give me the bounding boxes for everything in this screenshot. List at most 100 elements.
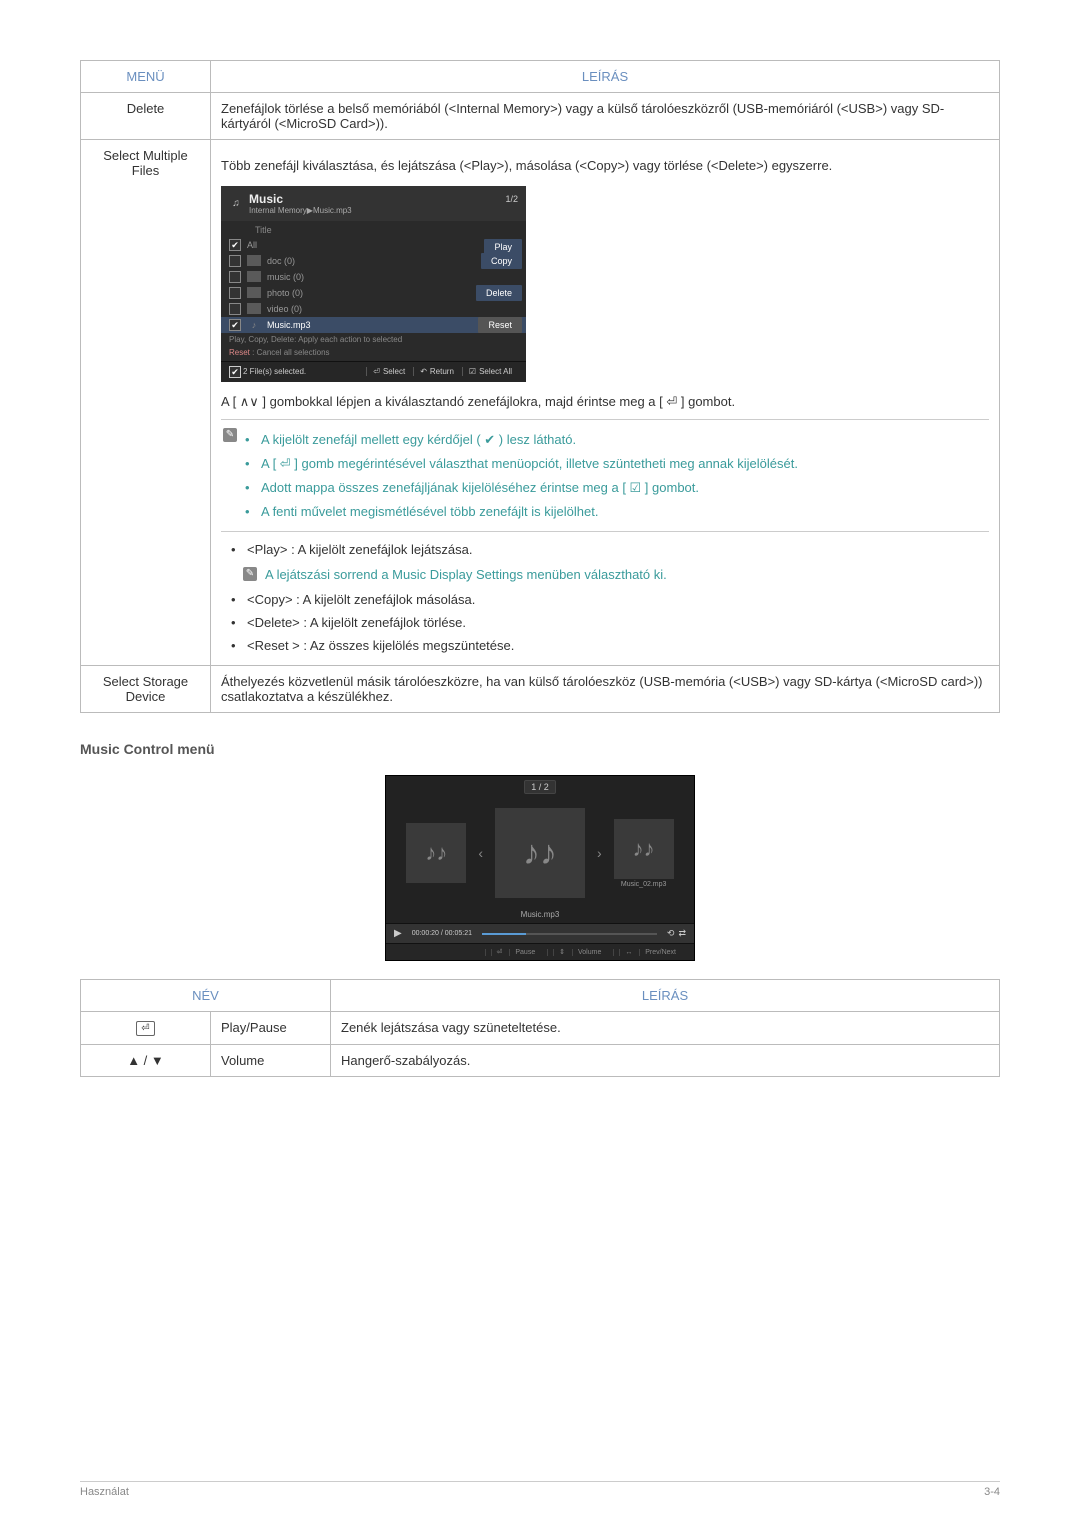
checkbox-music[interactable] [229, 271, 241, 283]
prev-thumb[interactable]: ♪♪ [406, 823, 466, 883]
volume-name: Volume [211, 1045, 331, 1077]
music-file-icon: ♪ [247, 319, 261, 330]
chevron-right-icon[interactable]: › [593, 845, 606, 861]
player-mode-icons: ⟲ ⇄ [667, 928, 686, 939]
folder-video-row[interactable]: video (0) [221, 301, 526, 317]
folder-doc-row[interactable]: doc (0) Copy [221, 253, 526, 269]
now-playing-label: Music.mp3 [386, 904, 694, 923]
teal-item-b: A [ ⏎ ] gomb megérintésével választhat m… [245, 452, 989, 476]
checkbox-all[interactable] [229, 239, 241, 251]
col-header-menu: MENÜ [81, 61, 211, 93]
foot-check-icon [229, 366, 241, 378]
folder-icon [247, 255, 261, 266]
folder-icon [247, 271, 261, 282]
teal-item-a: A kijelölt zenefájl mellett egy kérdőjel… [245, 428, 989, 452]
teal-item-d: A fenti művelet megismétlésével több zen… [245, 500, 989, 523]
row-delete-menu: Delete [81, 93, 211, 140]
foot-prevnext[interactable]: ↔ Prev/Next [613, 949, 686, 956]
row-select-multiple-menu: Select Multiple Files [81, 140, 211, 666]
foot-select-all[interactable]: ☑Select All [462, 367, 518, 376]
note-icon: ✎ [223, 428, 237, 442]
page-footer: Használat 3-4 [80, 1481, 1000, 1498]
bullet-copy: <Copy> : A kijelölt zenefájlok másolása. [231, 588, 989, 611]
title-row: Title Play [221, 223, 526, 237]
play-icon[interactable]: ▶ [394, 928, 402, 939]
arrow-instruction: A [ ∧∨ ] gombokkal lépjen a kiválasztand… [221, 392, 989, 412]
checkbox-doc[interactable] [229, 255, 241, 267]
screenshot-page: 1/2 [505, 194, 518, 204]
return-icon: ↶ [420, 367, 427, 376]
enter-icon: ⏎ [136, 1021, 154, 1036]
col-header-desc2: LEÍRÁS [331, 980, 1000, 1012]
progress-track[interactable] [482, 933, 657, 935]
side-delete-button[interactable]: Delete [476, 285, 522, 301]
help-reset-rest: : Cancel all selections [252, 348, 329, 357]
repeat-icon[interactable]: ⟲ [667, 928, 675, 939]
teal-note-box: ✎ A kijelölt zenefájl mellett egy kérdőj… [221, 419, 989, 532]
footer-left: Használat [80, 1486, 129, 1498]
folder-video-label: video (0) [267, 304, 302, 314]
folder-photo-row[interactable]: photo (0) Delete [221, 285, 526, 301]
play-note-line: ✎ A lejátszási sorrend a Music Display S… [243, 567, 989, 582]
bullet-play: <Play> : A kijelölt zenefájlok lejátszás… [231, 538, 989, 561]
row-select-storage-desc: Áthelyezés közvetlenül másik tárolóeszkö… [211, 666, 1000, 713]
footer-right: 3-4 [984, 1486, 1000, 1498]
row-select-storage-menu: Select Storage Device [81, 666, 211, 713]
volume-desc: Hangerő-szabályozás. [331, 1045, 1000, 1077]
col-header-desc: LEÍRÁS [211, 61, 1000, 93]
playpause-name: Play/Pause [211, 1012, 331, 1045]
player-footer: ⏎ Pause ⇕ Volume ↔ Prev/Next [386, 943, 694, 960]
bullet-delete: <Delete> : A kijelölt zenefájlok törlése… [231, 611, 989, 634]
file-label: Music.mp3 [267, 320, 311, 330]
next-thumb-col: ♪♪ Music_02.mp3 [614, 819, 674, 888]
screenshot-footer: 2 File(s) selected. ⏎Select ↶Return ☑Sel… [221, 361, 526, 382]
folder-doc-label: doc (0) [267, 256, 295, 266]
foot-return[interactable]: ↶Return [413, 367, 460, 376]
folder-icon [247, 303, 261, 314]
note-icon: ✎ [243, 567, 257, 581]
all-row[interactable]: All [221, 237, 526, 253]
row-select-multiple-desc: Több zenefájl kiválasztása, és lejátszás… [211, 140, 1000, 666]
folder-icon [247, 287, 261, 298]
file-music-row[interactable]: ♪ Music.mp3 Reset [221, 317, 526, 333]
foot-pause[interactable]: ⏎ Pause [485, 949, 546, 956]
prev-thumb-col: ♪♪ [406, 823, 466, 883]
select-all-icon: ☑ [469, 367, 476, 376]
action-bullets-2: <Copy> : A kijelölt zenefájlok másolása.… [221, 588, 989, 657]
row-delete-desc: Zenefájlok törlése a belső memóriából (<… [211, 93, 1000, 140]
folder-music-label: music (0) [267, 272, 304, 282]
chevron-left-icon[interactable]: ‹ [474, 845, 487, 861]
folder-music-row[interactable]: music (0) [221, 269, 526, 285]
teal-item-c: Adott mappa összes zenefájljának kijelöl… [245, 476, 989, 500]
action-bullets: <Play> : A kijelölt zenefájlok lejátszás… [221, 538, 989, 561]
enter-icon: ⏎ [373, 367, 380, 376]
foot-count: 2 File(s) selected. [243, 367, 306, 376]
player-progress-bar: ▶ 00:00:20 / 00:05:21 ⟲ ⇄ [386, 923, 694, 943]
current-thumb[interactable]: ♪♪ [495, 808, 585, 898]
checkbox-file[interactable] [229, 319, 241, 331]
all-label: All [247, 240, 257, 250]
music-note-icon: ♫ [229, 196, 243, 210]
player-page: 1 / 2 [524, 780, 556, 794]
leftright-icon: ↔ [619, 949, 637, 956]
play-note-text: A lejátszási sorrend a Music Display Set… [265, 567, 667, 582]
music-control-table: NÉV LEÍRÁS ⏎ Play/Pause Zenék lejátszása… [80, 979, 1000, 1077]
menu-description-table: MENÜ LEÍRÁS Delete Zenefájlok törlése a … [80, 60, 1000, 713]
folder-photo-label: photo (0) [267, 288, 303, 298]
player-time: 00:00:20 / 00:05:21 [412, 930, 472, 937]
side-copy-button[interactable]: Copy [481, 253, 522, 269]
foot-volume[interactable]: ⇕ Volume [547, 949, 611, 956]
music-control-heading: Music Control menü [80, 741, 1000, 757]
screenshot-body: Title Play All doc (0) Copy [221, 221, 526, 361]
next-thumb[interactable]: ♪♪ [614, 819, 674, 879]
checkbox-video[interactable] [229, 303, 241, 315]
checkbox-photo[interactable] [229, 287, 241, 299]
select-multiple-top-desc: Több zenefájl kiválasztása, és lejátszás… [221, 156, 989, 176]
shuffle-icon[interactable]: ⇄ [678, 928, 686, 939]
side-reset-button[interactable]: Reset [478, 317, 522, 333]
foot-select[interactable]: ⏎Select [366, 367, 411, 376]
bullet-reset: <Reset > : Az összes kijelölés megszünte… [231, 634, 989, 657]
enter-icon: ⏎ [491, 949, 508, 956]
updown-icon: ⇕ [553, 949, 570, 956]
playpause-icon-cell: ⏎ [81, 1012, 211, 1045]
